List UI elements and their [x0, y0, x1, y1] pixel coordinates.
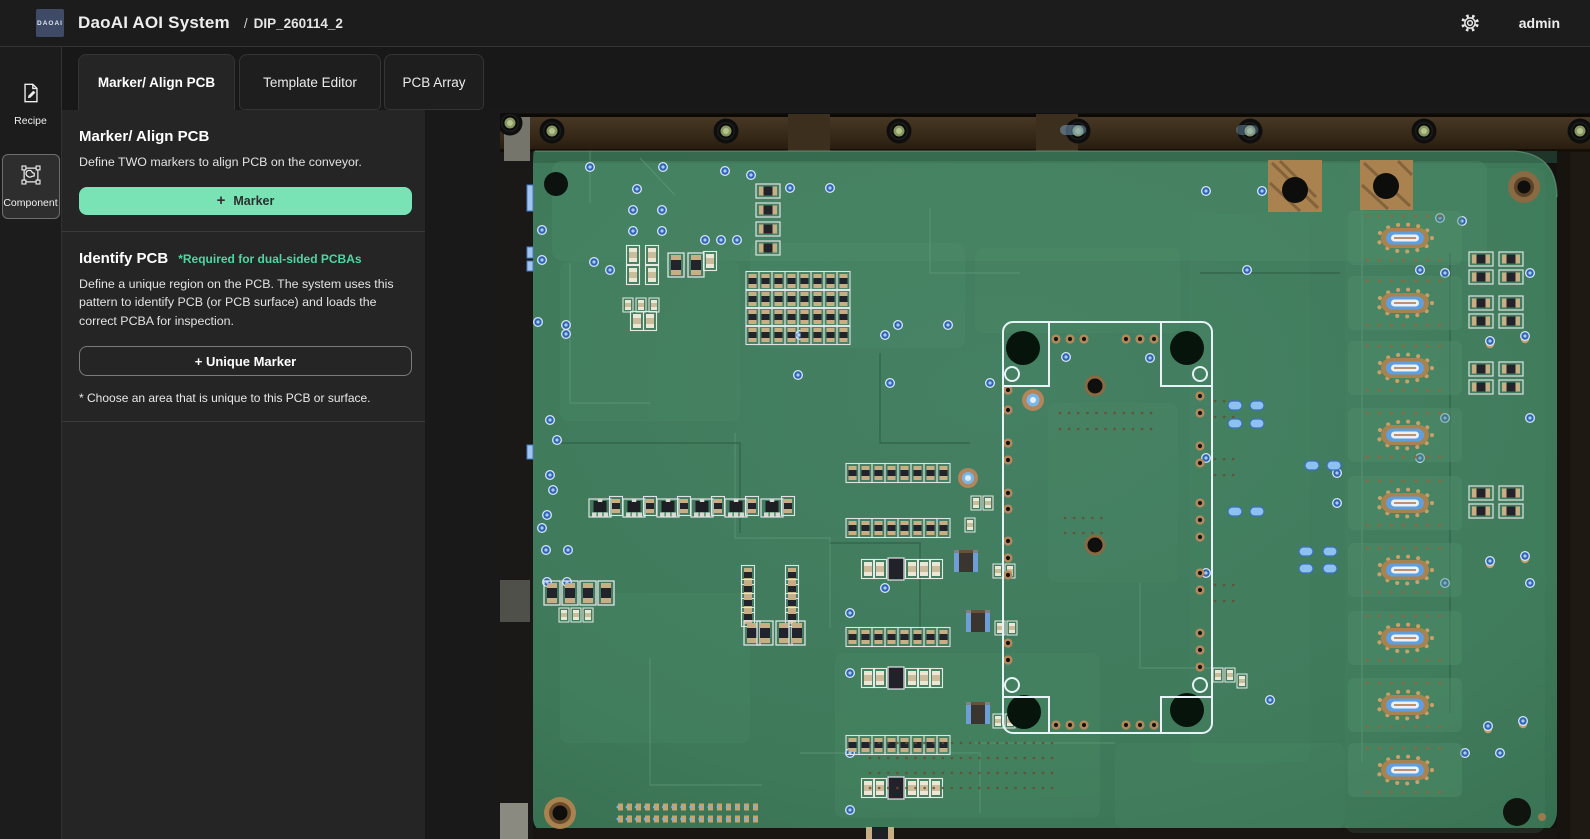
settings-gear-icon[interactable] — [1459, 12, 1481, 34]
pcb-image-viewport[interactable] — [500, 113, 1590, 839]
sidebar-item-component[interactable]: Component — [2, 154, 60, 219]
tab-template-editor[interactable]: Template Editor — [239, 54, 381, 110]
component-select-icon — [20, 164, 42, 191]
marker-panel: Marker/ Align PCB Define TWO markers to … — [62, 110, 425, 839]
sidebar-item-label: Recipe — [14, 115, 47, 127]
add-marker-button[interactable]: + Marker — [79, 187, 412, 215]
pcb-photo[interactable] — [500, 113, 1590, 839]
tab-strip: Marker/ Align PCB Template Editor PCB Ar… — [62, 47, 1590, 110]
breadcrumb-separator: / — [244, 16, 248, 31]
app-window: DAOAI DaoAI AOI System / DIP_260114_2 ad… — [0, 0, 1590, 839]
identify-pcb-footnote: * Choose an area that is unique to this … — [79, 391, 409, 405]
tab-marker-align-pcb[interactable]: Marker/ Align PCB — [78, 54, 235, 110]
identify-required-note: *Required for dual-sided PCBAs — [178, 252, 361, 266]
identify-pcb-description: Define a unique region on the PCB. The s… — [79, 275, 409, 331]
marker-section-title: Marker/ Align PCB — [79, 128, 409, 145]
breadcrumb-recipe-name: DIP_260114_2 — [254, 16, 343, 31]
marker-section-description: Define TWO markers to align PCB on the c… — [79, 153, 409, 172]
left-sidebar: Recipe Component — [0, 47, 62, 839]
top-bar: DAOAI DaoAI AOI System / DIP_260114_2 ad… — [0, 0, 1590, 47]
breadcrumb: / DIP_260114_2 — [244, 16, 343, 31]
oval-connector-column — [1348, 211, 1462, 797]
marker-section: Marker/ Align PCB Define TWO markers to … — [62, 110, 425, 232]
add-marker-button-label: Marker — [233, 194, 274, 208]
user-menu[interactable]: admin — [1519, 15, 1560, 31]
plus-icon: + — [217, 193, 226, 208]
pcb-board — [500, 151, 1557, 839]
app-title: DaoAI AOI System — [78, 13, 230, 33]
identify-pcb-title: Identify PCB — [79, 250, 168, 267]
tab-pcb-array[interactable]: PCB Array — [384, 54, 484, 110]
recipe-document-icon — [20, 82, 42, 109]
sidebar-item-label: Component — [3, 197, 57, 209]
identify-pcb-section: Identify PCB *Required for dual-sided PC… — [62, 232, 425, 423]
add-unique-marker-button[interactable]: + Unique Marker — [79, 346, 412, 376]
sidebar-item-recipe[interactable]: Recipe — [2, 73, 60, 136]
daoai-logo: DAOAI — [36, 9, 64, 37]
